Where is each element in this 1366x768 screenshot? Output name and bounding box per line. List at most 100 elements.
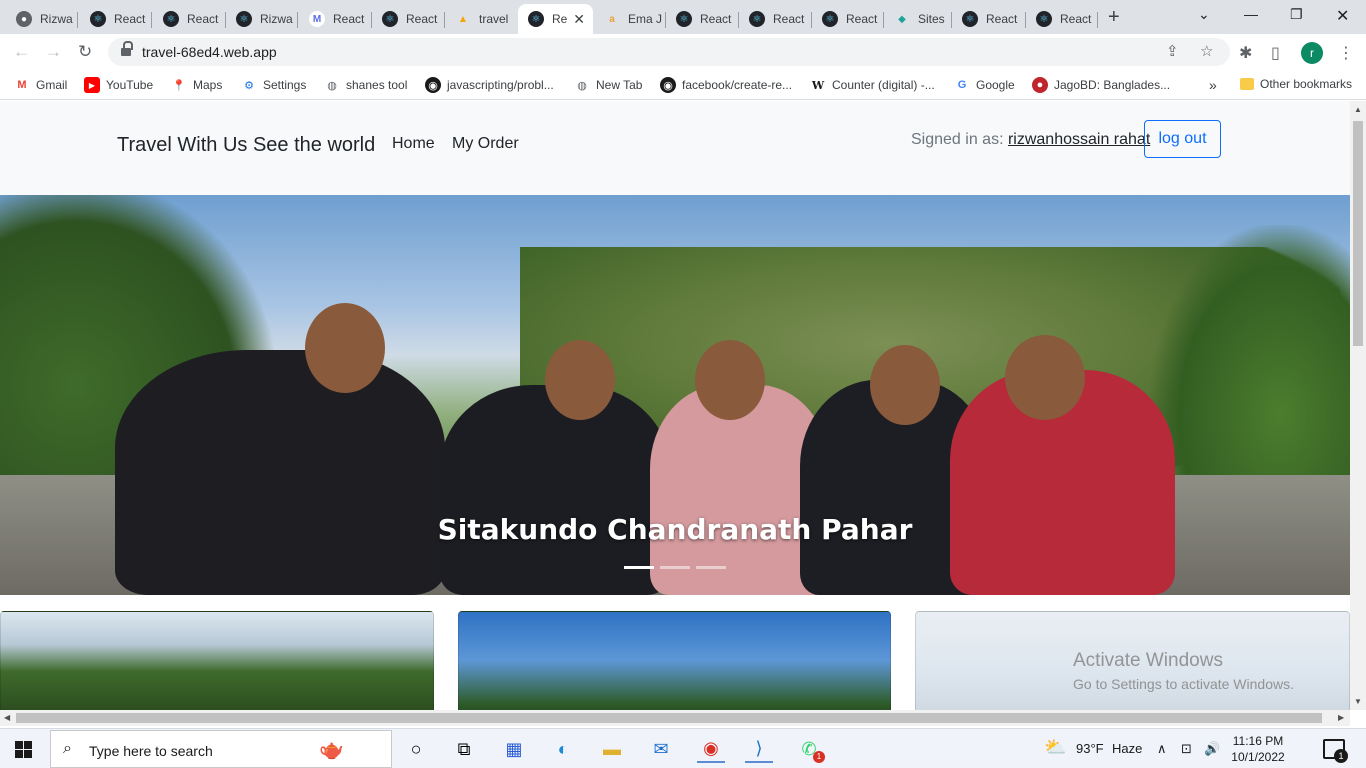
scroll-down-icon[interactable]: ▼ [1354,697,1362,706]
scroll-right-icon[interactable]: ▶ [1338,713,1344,722]
vertical-scroll-thumb[interactable] [1353,121,1363,346]
cortana-icon[interactable]: ○ [402,735,430,763]
bookmark-settings[interactable]: ⚙ Settings [241,77,306,93]
share-icon[interactable]: ⇪ [1166,42,1179,60]
page-viewport: Travel With Us See the world Home My Ord… [0,101,1350,710]
meet-now-icon[interactable]: ⊡ [1181,741,1192,757]
destination-card-image[interactable] [0,611,434,710]
destination-card-image[interactable] [458,611,891,710]
lock-icon [121,41,133,57]
weather-icon[interactable]: ⛅ [1044,737,1066,758]
horizontal-scrollbar[interactable]: ◀ ▶ [0,710,1350,726]
new-tab-button[interactable]: + [1108,6,1120,29]
browser-tab[interactable]: ⚛ React [952,4,1026,34]
browser-tab[interactable]: ⚛ React [812,4,884,34]
browser-tab-active[interactable]: ⚛ Re ✕ [518,4,593,34]
whatsapp-icon[interactable]: ✆ 1 [795,735,825,763]
browser-tab[interactable]: a Ema J [594,4,666,34]
ms-icon: M [309,11,325,27]
firebase-icon: ▲ [458,13,468,25]
browser-tab[interactable]: ⚛ React [80,4,152,34]
tab-search-icon[interactable]: ⌄ [1198,6,1210,23]
taskbar-search-box[interactable]: ⌕ Type here to search 🫖 [50,730,392,768]
react-icon: ⚛ [822,11,838,27]
browser-tab[interactable]: M React [299,4,372,34]
volume-icon[interactable]: 🔊 [1204,741,1220,757]
bookmark-star-icon[interactable]: ☆ [1200,42,1213,60]
browser-tab[interactable]: ⚛ React [1026,4,1098,34]
logout-button[interactable]: log out [1144,120,1221,158]
maps-icon: 📍 [172,79,186,92]
carousel-indicator[interactable] [696,566,726,569]
weather-temp[interactable]: 93°F [1076,741,1104,756]
extensions-icon[interactable]: ✱ [1239,43,1252,63]
browser-tab[interactable]: ⚛ React [739,4,812,34]
bookmark-shanes-tool[interactable]: ◍ shanes tool [324,77,407,93]
horizontal-scroll-thumb[interactable] [16,713,1322,723]
react-icon: ⚛ [962,11,978,27]
browser-tab[interactable]: ▲ travel [445,4,518,34]
bookmark-youtube[interactable]: ▶ YouTube [84,77,153,93]
minimize-icon[interactable]: — [1244,6,1258,22]
scroll-left-icon[interactable]: ◀ [4,713,10,722]
wikipedia-icon: W [811,78,825,92]
back-icon[interactable]: ← [13,42,30,62]
browser-tabstrip: ● Rizwa ⚛ React ⚛ React ⚛ Rizwa M React ⚛ Reac… [0,0,1366,34]
browser-tab[interactable]: ⚛ React [666,4,739,34]
task-view-icon[interactable]: ⧉ [450,735,478,763]
carousel-indicator[interactable] [660,566,690,569]
system-clock[interactable]: 11:16 PM 10/1/2022 [1228,733,1288,765]
browser-tab[interactable]: ⚛ Rizwa [226,4,298,34]
notification-center-icon[interactable]: 1 [1323,739,1348,763]
reload-icon[interactable]: ↻ [78,42,92,62]
browser-tab[interactable]: ⚛ React [153,4,226,34]
nav-link-home[interactable]: Home [392,135,435,153]
microsoft-store-icon[interactable]: ▦ [500,735,528,763]
close-window-icon[interactable]: ✕ [1336,6,1349,26]
mail-icon[interactable]: ✉ [647,735,675,763]
other-bookmarks-folder[interactable]: Other bookmarks [1240,77,1352,91]
hero-carousel[interactable]: Sitakundo Chandranath Pahar [0,195,1350,595]
maximize-icon[interactable]: ❐ [1290,6,1303,23]
vscode-icon[interactable]: ⟩ [745,735,773,763]
react-icon: ⚛ [382,11,398,27]
bookmark-new-tab[interactable]: ◍ New Tab [574,77,642,93]
browser-tab[interactable]: ◆ Sites [884,4,952,34]
bookmark-facebook-create-react[interactable]: ◉ facebook/create-re... [660,77,792,93]
show-hidden-icons[interactable]: ∧ [1157,741,1167,757]
address-bar[interactable]: travel-68ed4.web.app ⇪ ☆ [108,38,1230,66]
whatsapp-badge: 1 [813,751,825,763]
gmail-icon: M [17,79,27,91]
youtube-icon: ▶ [84,77,100,93]
username-link[interactable]: rizwanhossain rahat [1008,131,1150,148]
forward-icon[interactable]: → [45,42,62,62]
browser-tab[interactable]: ● Rizwa [6,4,78,34]
chrome-icon[interactable]: ◉ [697,735,725,763]
globe-icon: ◍ [577,79,587,92]
url-text[interactable]: travel-68ed4.web.app [142,44,277,60]
bookmark-google[interactable]: G Google [954,77,1015,93]
edge-icon[interactable]: ◐ [549,735,577,763]
bookmark-javascripting[interactable]: ◉ javascripting/probl... [425,77,554,93]
side-panel-icon[interactable]: ▯ [1271,43,1280,63]
bookmark-maps[interactable]: 📍 Maps [171,77,222,93]
scroll-up-icon[interactable]: ▲ [1354,105,1362,114]
menu-kebab-icon[interactable]: ⋮ [1338,43,1354,63]
carousel-indicator[interactable] [624,566,654,569]
github-icon: ◉ [425,77,441,93]
profile-avatar[interactable]: r [1301,42,1323,64]
nav-link-my-order[interactable]: My Order [452,135,519,153]
carousel-caption: Sitakundo Chandranath Pahar [437,513,913,546]
windows-start-icon[interactable] [15,741,32,758]
bookmark-gmail[interactable]: M Gmail [14,77,67,93]
react-icon: ⚛ [528,11,544,27]
weather-desc[interactable]: Haze [1112,741,1142,756]
close-tab-icon[interactable]: ✕ [573,11,585,28]
browser-tab[interactable]: ⚛ React [372,4,445,34]
file-explorer-icon[interactable]: ▬ [598,735,626,763]
bookmark-counter-digital[interactable]: W Counter (digital) -... [810,77,935,93]
vertical-scrollbar[interactable]: ▲ ▼ [1350,101,1366,710]
more-bookmarks-button[interactable]: » [1209,77,1217,93]
bookmark-jagobd[interactable]: ● JagoBD: Banglades... [1032,77,1170,93]
site-brand[interactable]: Travel With Us See the world [117,134,375,157]
